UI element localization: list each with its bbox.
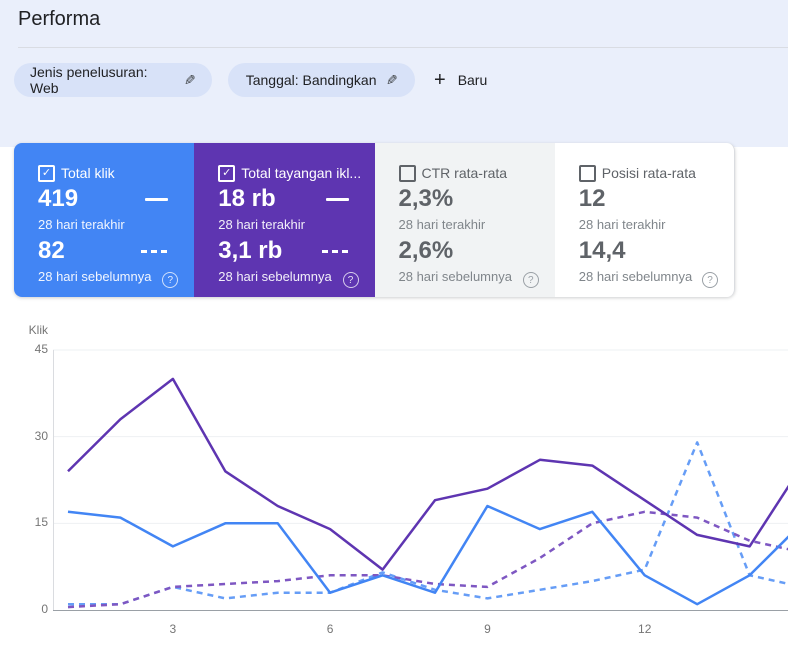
pencil-icon[interactable]: ✎ bbox=[184, 72, 196, 89]
metric-card-ctr[interactable]: ✓ CTR rata-rata 2,3% 28 hari terakhir 2,… bbox=[374, 143, 555, 297]
metric-primary-period: 28 hari terakhir bbox=[38, 217, 125, 232]
metric-card-total-tayangan[interactable]: ✓ Total tayangan ikl... 18 rb 28 hari te… bbox=[194, 143, 375, 297]
solid-line-indicator bbox=[325, 198, 349, 201]
metric-checkbox[interactable]: ✓ bbox=[218, 165, 236, 182]
plus-icon: + bbox=[434, 69, 446, 91]
chart-series bbox=[67, 504, 788, 606]
metric-label: CTR rata-rata bbox=[421, 165, 508, 181]
metric-label: Total tayangan ikl... bbox=[241, 165, 362, 181]
new-filter-button[interactable]: + Baru bbox=[428, 63, 493, 97]
metric-primary-period: 28 hari terakhir bbox=[398, 217, 486, 232]
filter-chip-date-compare[interactable]: Tanggal: Bandingkan ✎ bbox=[228, 63, 415, 97]
filter-chip-label: Tanggal: Bandingkan bbox=[245, 72, 377, 88]
metric-secondary-period: 28 hari sebelumnya bbox=[398, 269, 512, 284]
metric-primary-value: 18 rb bbox=[218, 185, 276, 212]
metric-checkbox[interactable]: ✓ bbox=[38, 165, 55, 182]
y-axis-title: Klik bbox=[28, 323, 48, 337]
metric-primary-period: 28 hari terakhir bbox=[578, 217, 666, 232]
metric-primary-value: 2,3% bbox=[398, 185, 454, 212]
header-divider bbox=[18, 47, 788, 48]
y-tick-label: 15 bbox=[34, 515, 48, 530]
x-tick-label: 12 bbox=[638, 622, 652, 636]
metric-cards-row: ✓ Total klik 419 28 hari terakhir 82 28 … bbox=[14, 143, 735, 297]
help-icon[interactable]: ? bbox=[522, 272, 539, 288]
performance-page: Performa Jenis penelusuran: Web ✎ Tangga… bbox=[0, 0, 788, 657]
metric-primary-period: 28 hari terakhir bbox=[218, 217, 305, 232]
checkmark-icon: ✓ bbox=[41, 167, 52, 179]
metric-checkbox[interactable]: ✓ bbox=[398, 165, 416, 182]
chart-series bbox=[67, 510, 788, 609]
metric-secondary-period: 28 hari sebelumnya bbox=[218, 269, 332, 284]
dashed-line-indicator bbox=[321, 250, 349, 253]
help-icon[interactable]: ? bbox=[342, 272, 359, 288]
metric-card-total-klik[interactable]: ✓ Total klik 419 28 hari terakhir 82 28 … bbox=[14, 143, 195, 297]
metric-secondary-period: 28 hari sebelumnya bbox=[578, 269, 693, 284]
x-tick-label: 3 bbox=[169, 622, 177, 636]
dashed-line-indicator bbox=[141, 250, 169, 253]
help-icon[interactable]: ? bbox=[162, 272, 179, 288]
metric-secondary-value: 14,4 bbox=[578, 237, 626, 264]
metric-secondary-period: 28 hari sebelumnya bbox=[38, 269, 152, 284]
metric-primary-value: 419 bbox=[38, 185, 79, 212]
metric-label: Total klik bbox=[61, 165, 115, 181]
filter-chip-label: Jenis penelusuran: Web bbox=[30, 64, 148, 96]
metric-secondary-value: 82 bbox=[38, 237, 65, 264]
metric-label: Posisi rata-rata bbox=[601, 165, 696, 181]
y-tick-label: 0 bbox=[41, 602, 48, 616]
solid-line-indicator bbox=[145, 198, 169, 201]
new-filter-label: Baru bbox=[457, 72, 488, 88]
checkmark-icon: ✓ bbox=[222, 167, 232, 179]
y-tick-label: 30 bbox=[34, 428, 48, 443]
metric-primary-value: 12 bbox=[578, 185, 606, 212]
page-title: Performa bbox=[18, 8, 101, 30]
pencil-icon[interactable]: ✎ bbox=[386, 72, 398, 89]
x-tick-label: 9 bbox=[484, 622, 491, 636]
metric-secondary-value: 2,6% bbox=[398, 237, 454, 264]
metric-secondary-value: 3,1 rb bbox=[218, 237, 283, 264]
metric-card-posisi[interactable]: ✓ Posisi rata-rata 12 28 hari terakhir 1… bbox=[554, 143, 735, 297]
performance-line-chart[interactable] bbox=[53, 340, 788, 620]
x-tick-label: 6 bbox=[326, 622, 334, 636]
help-icon[interactable]: ? bbox=[702, 272, 718, 288]
chart-series bbox=[67, 377, 788, 571]
filter-chip-search-type[interactable]: Jenis penelusuran: Web ✎ bbox=[14, 63, 212, 97]
metric-checkbox[interactable]: ✓ bbox=[578, 165, 596, 182]
y-tick-label: 45 bbox=[34, 342, 48, 356]
